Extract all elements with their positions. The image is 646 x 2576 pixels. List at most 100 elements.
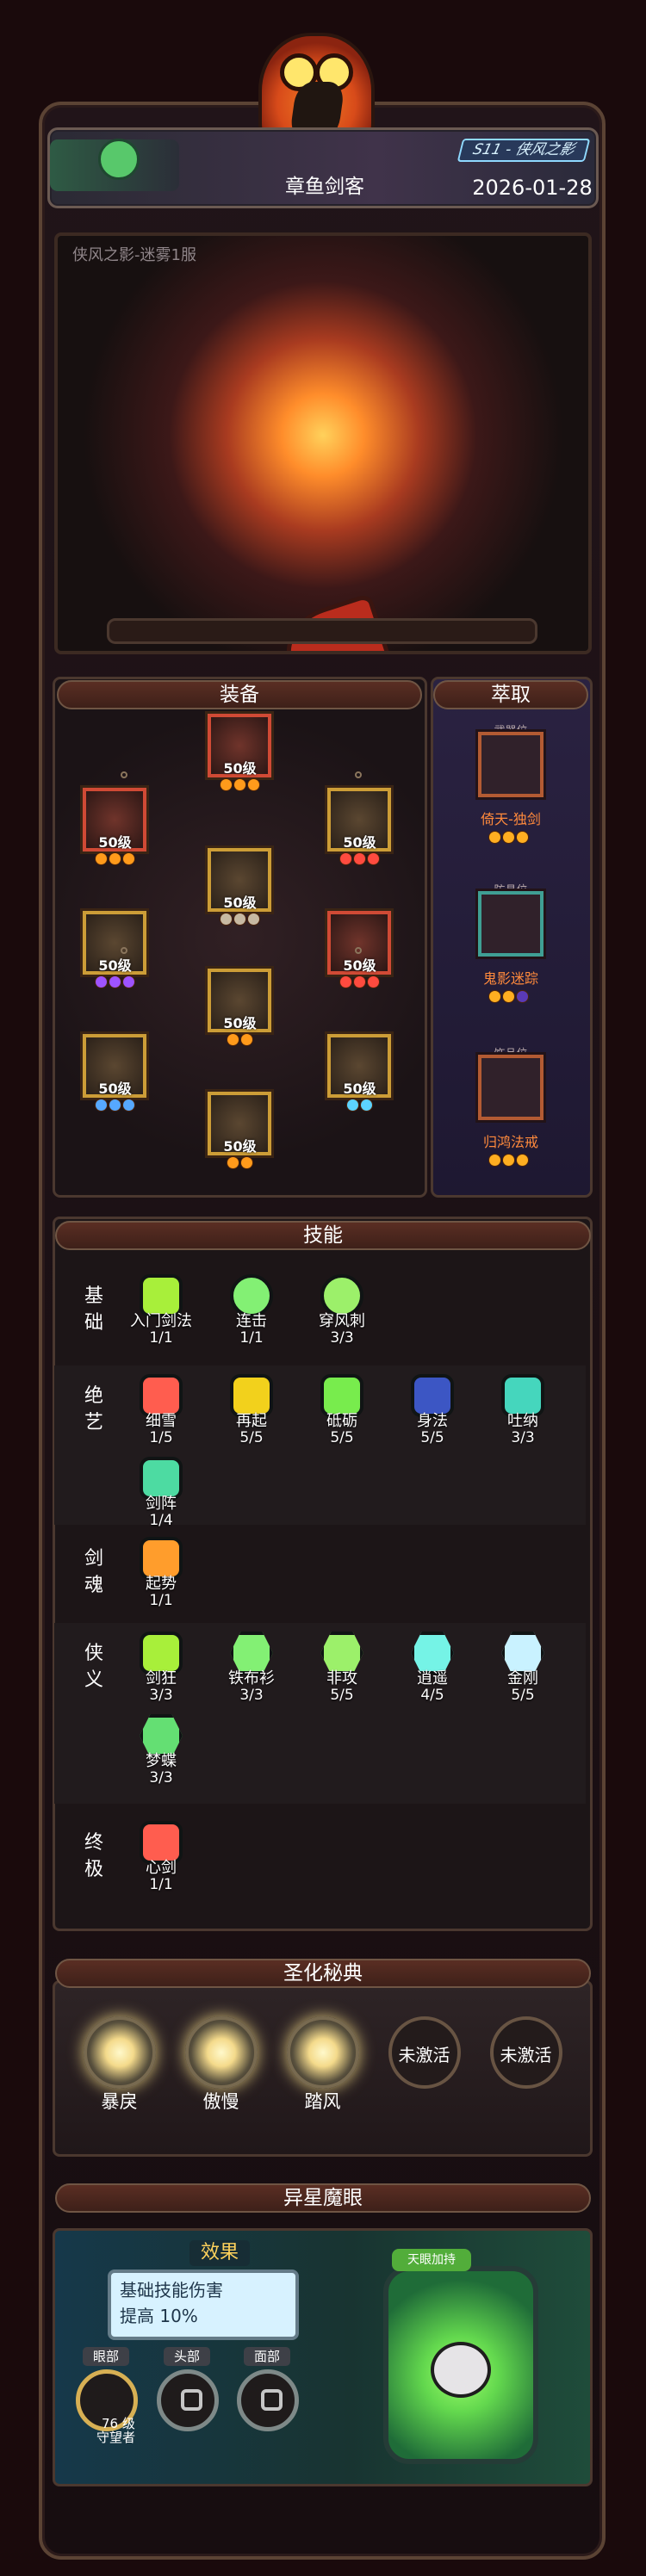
codex-orb-0[interactable] [84,2016,156,2089]
skill-row-label: 终极 [84,1832,103,1880]
season-badge[interactable]: S11 - 侠风之影 [457,139,591,162]
star-icon [109,1099,121,1111]
skill-0-0[interactable]: 入门剑法 1/1 [125,1274,194,1356]
equipment-item-gloves[interactable]: 50级 [83,911,146,994]
star-icon [95,1099,107,1111]
skill-name: 吐纳 [507,1412,538,1430]
skill-name: 铁布衫 [228,1669,275,1687]
equipment-level: 50级 [343,1081,376,1097]
star-icon [240,1157,252,1168]
skill-level: 1/5 [149,1429,173,1446]
codex-orb-2[interactable] [287,2016,359,2089]
skill-level: 3/3 [149,1687,173,1704]
equipment-item-sword[interactable]: 50级 [83,1034,146,1117]
skill-1-2[interactable]: 砥砺 5/5 [306,1374,375,1456]
skill-2-0[interactable]: 起势 1/1 [125,1537,194,1619]
extract-name: 鬼影迷踪 [482,970,538,987]
star-icon [516,991,528,1002]
extract-item-0[interactable] [478,732,544,797]
star-icon [233,779,245,790]
extract-stars [480,832,537,844]
star-icon [488,832,500,843]
star-icon [227,1034,239,1045]
skill-level: 1/1 [149,1592,173,1609]
star-icon [353,976,365,988]
hero-name: 章鱼剑客 [285,176,364,198]
skill-3-2[interactable]: 非攻 5/5 [306,1632,375,1713]
skill-1-3[interactable]: 身法 5/5 [396,1374,465,1456]
equipment-item-left-hat[interactable]: 50级 [83,788,146,870]
star-rating [86,976,143,988]
hero-scene [54,232,592,654]
extract-stars [480,1155,537,1167]
skill-name: 逍遥 [417,1669,448,1687]
skill-name: 剑阵 [146,1495,177,1513]
skill-1-1[interactable]: 再起 5/5 [215,1374,284,1456]
equipment-level: 50级 [223,895,257,911]
star-icon [227,1157,239,1168]
skill-1-5[interactable]: 剑阵 1/4 [125,1457,194,1539]
hero-avatar[interactable] [98,139,140,180]
extract-item-1[interactable] [478,891,544,957]
codex-title: 圣化秘典 [55,1959,591,1988]
codex-orb-1[interactable] [185,2016,258,2089]
server-label: 侠风之影-迷雾1服 [72,246,196,264]
star-icon [247,779,259,790]
extract-item-2[interactable] [478,1055,544,1120]
equipment-ornament-3 [355,947,362,954]
star-icon [95,853,107,864]
skill-level: 5/5 [330,1429,354,1446]
skill-0-2[interactable]: 穿风刺 3/3 [306,1274,375,1356]
equipment-item-pants[interactable]: 50级 [208,969,271,1051]
equipment-level: 50级 [223,1138,257,1155]
skill-4-0[interactable]: 心剑 1/1 [125,1821,194,1903]
lock-icon [261,2389,283,2411]
star-icon [247,913,259,925]
codex-label: 暴戾 [101,2091,138,2112]
star-rating [211,1034,268,1046]
skill-1-4[interactable]: 吐纳 3/3 [487,1374,556,1456]
equipment-item-boots[interactable]: 50级 [208,1092,271,1174]
skill-level: 5/5 [239,1429,264,1446]
skill-name: 身法 [417,1412,448,1430]
star-icon [122,976,134,988]
skill-3-3[interactable]: 逍遥 4/5 [396,1632,465,1713]
star-icon [339,976,351,988]
skill-3-0[interactable]: 剑狂 3/3 [125,1632,194,1713]
skill-3-5[interactable]: 梦蝶 3/3 [125,1714,194,1796]
star-icon [367,976,379,988]
lock-icon [181,2389,202,2411]
effect-title: 效果 [189,2240,250,2266]
skill-3-4[interactable]: 金刚 5/5 [487,1632,556,1713]
equipment-item-armor[interactable]: 50级 [208,848,271,931]
equipment-item-helm[interactable]: 50级 [208,714,271,796]
skill-0-1[interactable]: 连击 1/1 [215,1274,284,1356]
equipment-item-ring[interactable]: 50级 [327,1034,391,1117]
equipment-level: 50级 [223,760,257,777]
equipment-level: 50级 [98,1081,132,1097]
equipment-item-right-pet[interactable]: 50级 [327,788,391,870]
profile-date: 2026-01-28 [472,176,593,200]
scene-floor [107,618,537,644]
star-icon [360,1099,372,1111]
eye-badge: 天眼加持 [392,2249,471,2271]
equipment-level: 50级 [98,957,132,974]
skill-row-label: 侠义 [84,1643,103,1691]
skill-3-1[interactable]: 铁布衫 3/3 [215,1632,284,1713]
star-icon [516,832,528,843]
star-rating [331,1099,388,1112]
skill-level: 3/3 [239,1687,264,1704]
star-icon [95,976,107,988]
skill-name: 梦蝶 [146,1752,177,1770]
skill-level: 5/5 [330,1687,354,1704]
codex-label: 踏风 [304,2091,341,2112]
skill-name: 入门剑法 [130,1312,192,1330]
codex-label: 未激活 [500,2045,552,2065]
skill-1-0[interactable]: 细雪 1/5 [125,1374,194,1456]
star-icon [367,853,379,864]
star-icon [240,1034,252,1045]
skill-name: 非攻 [326,1669,357,1687]
star-rating [211,779,268,791]
skill-name: 细雪 [146,1412,177,1430]
equipment-level: 50级 [223,1015,257,1031]
